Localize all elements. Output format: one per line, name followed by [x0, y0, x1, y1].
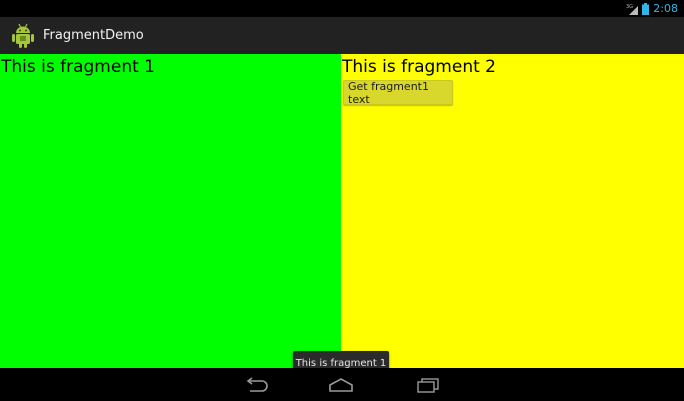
fragment-2-text: This is fragment 2 [342, 57, 496, 77]
nav-bar [0, 368, 684, 401]
svg-text:3G: 3G [626, 4, 633, 10]
android-robot-icon[interactable] [11, 23, 35, 49]
fragment-1-text: This is fragment 1 [1, 57, 155, 77]
signal-icon: 3G [626, 3, 639, 15]
recents-icon[interactable] [413, 374, 443, 396]
back-icon[interactable] [242, 374, 272, 396]
content-area: This is fragment 1 This is fragment 2 Ge… [0, 54, 684, 375]
status-icons: 3G 2:08 [626, 1, 678, 16]
get-fragment1-text-button[interactable]: Get fragment1 text [343, 80, 453, 106]
status-bar: 3G 2:08 [0, 0, 684, 17]
fragment-1: This is fragment 1 [0, 54, 341, 368]
home-icon[interactable] [326, 374, 356, 396]
battery-icon [642, 2, 650, 15]
fragment-2: This is fragment 2 Get fragment1 text [341, 54, 684, 368]
action-bar: FragmentDemo [0, 17, 684, 54]
status-clock: 2:08 [653, 2, 678, 15]
app-title: FragmentDemo [43, 28, 144, 43]
